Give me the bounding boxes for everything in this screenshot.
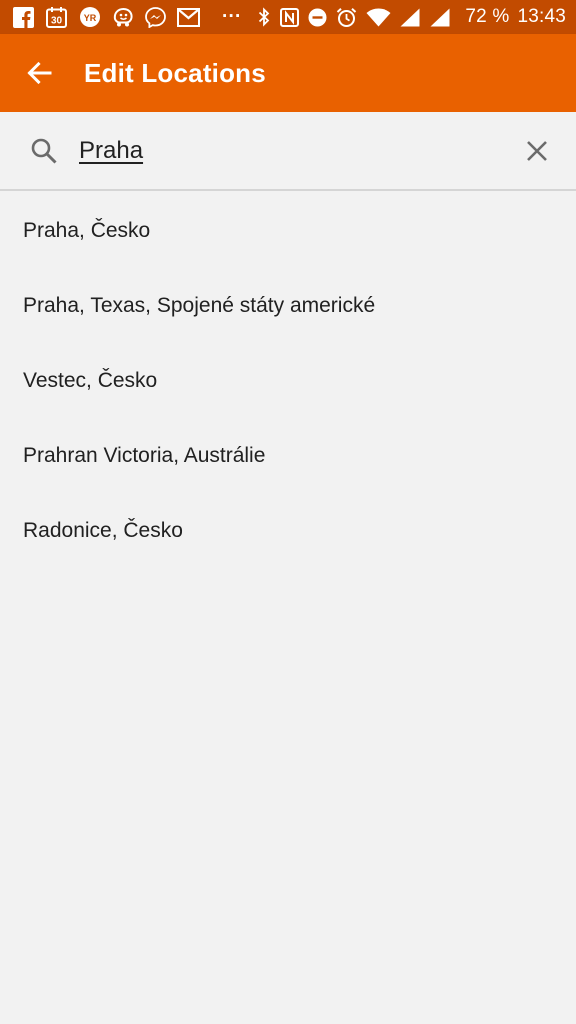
close-icon: [527, 140, 547, 161]
status-bar: 30 YR ··· 72 % 13:43: [0, 0, 576, 34]
bluetooth-icon: [257, 7, 271, 28]
location-result-item[interactable]: Praha, Česko: [0, 193, 576, 268]
calendar-day: 30: [51, 15, 63, 26]
signal-icon: [429, 7, 451, 28]
location-result-item[interactable]: Prahran Victoria, Austrálie: [0, 418, 576, 493]
location-result-item[interactable]: Praha, Texas, Spojené státy americké: [0, 268, 576, 343]
system-icons: 72 % 13:43: [257, 6, 566, 28]
app-bar: Edit Locations: [0, 34, 576, 112]
gmail-icon: [177, 7, 200, 28]
yr-label: YR: [83, 13, 96, 23]
wifi-icon: [365, 7, 391, 28]
search-input[interactable]: [79, 136, 479, 165]
arrow-back-icon: [27, 61, 52, 85]
clock: 13:43: [517, 6, 566, 27]
location-result-item[interactable]: Radonice, Česko: [0, 493, 576, 568]
more-notifications-indicator: ···: [222, 6, 242, 27]
notification-icons: 30 YR ···: [12, 6, 242, 28]
alarm-icon: [335, 7, 357, 28]
page-title: Edit Locations: [84, 57, 266, 88]
location-result-item[interactable]: Vestec, Česko: [0, 343, 576, 418]
messenger-icon: [144, 6, 167, 28]
calendar-icon: 30: [45, 6, 68, 28]
nfc-icon: [279, 7, 299, 28]
search-icon: [28, 135, 60, 167]
clear-search-button[interactable]: [522, 136, 552, 166]
signal-icon: [399, 7, 421, 28]
facebook-icon: [12, 6, 35, 28]
yr-weather-icon: YR: [78, 7, 101, 28]
do-not-disturb-icon: [307, 7, 327, 28]
back-button[interactable]: [19, 53, 59, 93]
waze-icon: [111, 7, 134, 28]
location-results-list: Praha, Česko Praha, Texas, Spojené státy…: [0, 193, 576, 568]
search-bar: [0, 112, 576, 191]
battery-level: 72 %: [465, 6, 510, 27]
